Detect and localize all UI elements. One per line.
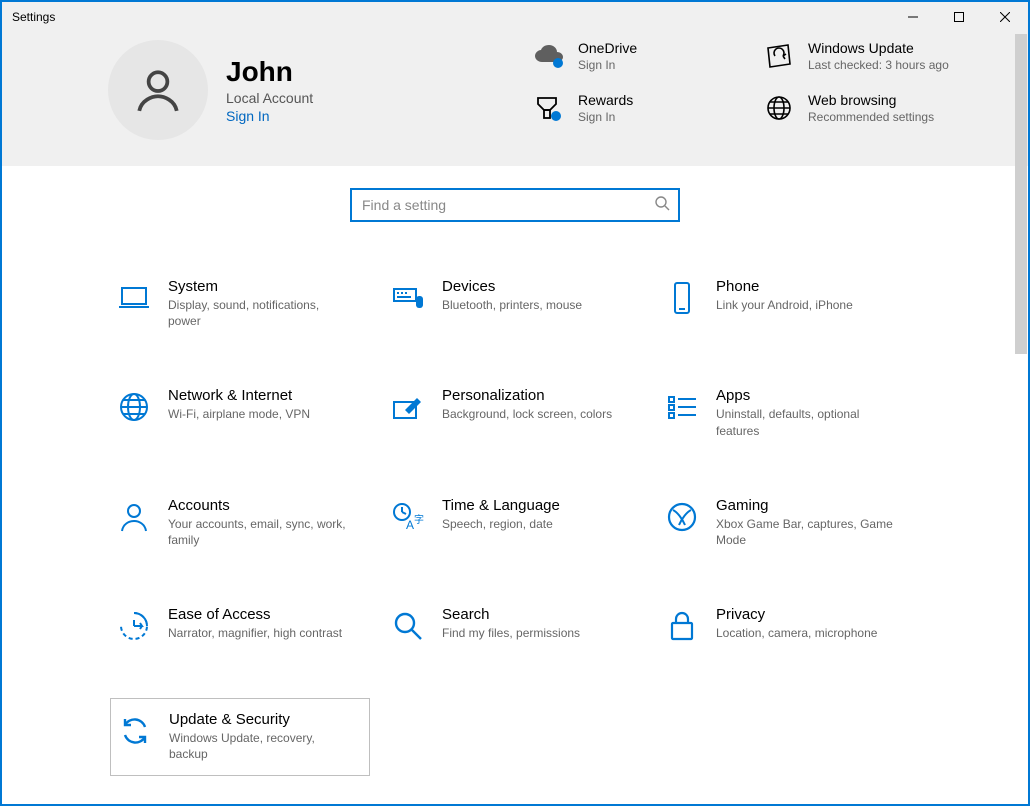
search-input[interactable] xyxy=(360,196,654,214)
lock-icon xyxy=(662,606,702,646)
svg-text:字: 字 xyxy=(414,513,424,526)
keyboard-icon xyxy=(388,278,428,318)
apps-list-icon xyxy=(662,387,702,427)
close-button[interactable] xyxy=(982,2,1028,32)
header-tiles: OneDrive Sign In Windows Update Last che… xyxy=(528,40,1002,125)
category-sub: Narrator, magnifier, high contrast xyxy=(168,625,342,641)
xbox-icon xyxy=(662,497,702,537)
account-type: Local Account xyxy=(226,90,313,106)
tile-sub: Last checked: 3 hours ago xyxy=(808,58,949,74)
tile-web-browsing[interactable]: Web browsing Recommended settings xyxy=(758,92,978,126)
tile-sub: Sign In xyxy=(578,58,637,74)
category-label: Privacy xyxy=(716,606,877,623)
category-sub: Uninstall, defaults, optional features xyxy=(716,406,896,438)
laptop-icon xyxy=(114,278,154,318)
category-label: Time & Language xyxy=(442,497,560,514)
category-label: Personalization xyxy=(442,387,612,404)
update-icon xyxy=(758,40,800,70)
account-name: John xyxy=(226,56,313,88)
person-icon xyxy=(114,497,154,537)
category-sub: Background, lock screen, colors xyxy=(442,406,612,422)
magnifier-icon xyxy=(388,606,428,646)
category-ease-of-access[interactable]: Ease of Access Narrator, magnifier, high… xyxy=(110,600,370,654)
category-network[interactable]: Network & Internet Wi-Fi, airplane mode,… xyxy=(110,381,370,446)
category-grid: System Display, sound, notifications, po… xyxy=(110,272,920,776)
category-label: Gaming xyxy=(716,497,896,514)
tile-label: OneDrive xyxy=(578,40,637,56)
search-icon xyxy=(654,195,670,216)
category-label: Search xyxy=(442,606,580,623)
category-label: Network & Internet xyxy=(168,387,310,404)
category-sub: Xbox Game Bar, captures, Game Mode xyxy=(716,516,896,548)
category-time-language[interactable]: A字 Time & Language Speech, region, date xyxy=(384,491,644,556)
category-sub: Windows Update, recovery, backup xyxy=(169,730,349,762)
window-title: Settings xyxy=(12,10,55,24)
ease-of-access-icon xyxy=(114,606,154,646)
avatar xyxy=(108,40,208,140)
category-phone[interactable]: Phone Link your Android, iPhone xyxy=(658,272,918,337)
category-gaming[interactable]: Gaming Xbox Game Bar, captures, Game Mod… xyxy=(658,491,918,556)
globe-icon xyxy=(758,92,800,122)
tile-onedrive[interactable]: OneDrive Sign In xyxy=(528,40,748,74)
category-label: Accounts xyxy=(168,497,348,514)
globe-icon xyxy=(114,387,154,427)
titlebar: Settings xyxy=(2,2,1028,32)
category-sub: Display, sound, notifications, power xyxy=(168,297,348,329)
category-label: Ease of Access xyxy=(168,606,342,623)
category-label: System xyxy=(168,278,348,295)
account-text: John Local Account Sign In xyxy=(226,56,313,124)
category-sub: Wi-Fi, airplane mode, VPN xyxy=(168,406,310,422)
tile-rewards[interactable]: Rewards Sign In xyxy=(528,92,748,126)
tile-label: Rewards xyxy=(578,92,633,108)
signin-link[interactable]: Sign In xyxy=(226,108,313,124)
scrollbar-thumb[interactable] xyxy=(1015,34,1027,354)
maximize-button[interactable] xyxy=(936,2,982,32)
category-search[interactable]: Search Find my files, permissions xyxy=(384,600,644,654)
paint-icon xyxy=(388,387,428,427)
close-icon xyxy=(1000,12,1010,22)
category-label: Update & Security xyxy=(169,711,349,728)
category-sub: Speech, region, date xyxy=(442,516,560,532)
maximize-icon xyxy=(954,12,964,22)
category-privacy[interactable]: Privacy Location, camera, microphone xyxy=(658,600,918,654)
category-sub: Bluetooth, printers, mouse xyxy=(442,297,582,313)
category-apps[interactable]: Apps Uninstall, defaults, optional featu… xyxy=(658,381,918,446)
category-sub: Link your Android, iPhone xyxy=(716,297,853,313)
header: John Local Account Sign In OneDrive Sign… xyxy=(2,32,1028,166)
category-devices[interactable]: Devices Bluetooth, printers, mouse xyxy=(384,272,644,337)
minimize-icon xyxy=(908,12,918,22)
content: System Display, sound, notifications, po… xyxy=(2,166,1028,792)
time-language-icon: A字 xyxy=(388,497,428,537)
window-controls xyxy=(890,2,1028,32)
rewards-icon xyxy=(528,92,570,124)
category-personalization[interactable]: Personalization Background, lock screen,… xyxy=(384,381,644,446)
category-label: Apps xyxy=(716,387,896,404)
svg-text:A: A xyxy=(406,518,414,532)
category-label: Phone xyxy=(716,278,853,295)
search-box[interactable] xyxy=(350,188,680,222)
category-sub: Find my files, permissions xyxy=(442,625,580,641)
sync-icon xyxy=(115,711,155,751)
category-accounts[interactable]: Accounts Your accounts, email, sync, wor… xyxy=(110,491,370,556)
minimize-button[interactable] xyxy=(890,2,936,32)
tile-windows-update[interactable]: Windows Update Last checked: 3 hours ago xyxy=(758,40,978,74)
phone-icon xyxy=(662,278,702,318)
tile-sub: Recommended settings xyxy=(808,110,934,126)
scrollbar[interactable] xyxy=(1015,34,1027,800)
person-icon xyxy=(133,65,183,115)
account-block[interactable]: John Local Account Sign In xyxy=(28,40,418,140)
category-update-security[interactable]: Update & Security Windows Update, recove… xyxy=(110,698,370,775)
tile-sub: Sign In xyxy=(578,110,633,126)
category-sub: Location, camera, microphone xyxy=(716,625,877,641)
tile-label: Web browsing xyxy=(808,92,934,108)
category-sub: Your accounts, email, sync, work, family xyxy=(168,516,348,548)
category-system[interactable]: System Display, sound, notifications, po… xyxy=(110,272,370,337)
cloud-icon xyxy=(528,40,570,68)
category-label: Devices xyxy=(442,278,582,295)
tile-label: Windows Update xyxy=(808,40,949,56)
